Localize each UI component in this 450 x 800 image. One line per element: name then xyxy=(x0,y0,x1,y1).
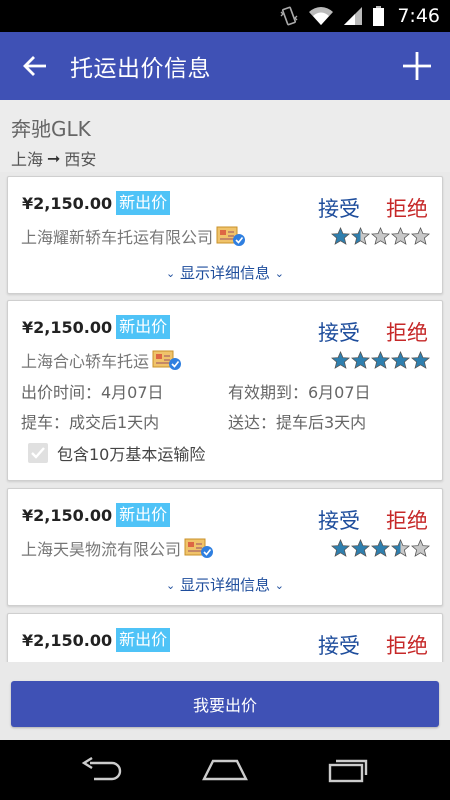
price-row: ¥2,150.00 新出价 xyxy=(22,191,171,215)
offer-card: ¥2,150.00 新出价 接受 拒绝 上海合心轿车托运 出价时间：4月07日 … xyxy=(7,300,443,481)
check-icon xyxy=(31,447,45,459)
rating-stars xyxy=(331,539,430,558)
offer-card: ¥2,150.00 新出价 接受 拒绝 上海天昊物流有限公司 ⌄ 显示详细信息 … xyxy=(7,488,443,606)
price-row: ¥2,150.00 新出价 xyxy=(22,315,171,339)
nav-back-icon xyxy=(81,757,121,781)
delivery-time: 送达：提车后3天内 xyxy=(228,413,367,432)
company-name: 上海合心轿车托运 xyxy=(21,352,150,371)
chevron-down-icon: ⌄ xyxy=(165,267,176,280)
accept-button[interactable]: 接受 xyxy=(318,317,360,347)
reject-button[interactable]: 拒绝 xyxy=(386,193,428,223)
bottom-area: 我要出价 xyxy=(0,662,450,740)
schedule-row: 提车：成交后1天内 送达：提车后3天内 xyxy=(21,409,366,433)
new-offer-badge: 新出价 xyxy=(116,628,171,652)
time-row: 出价时间：4月07日 有效期到：6月07日 xyxy=(21,379,371,403)
chevron-down-icon: ⌄ xyxy=(274,267,284,280)
car-name: 奔驰GLK xyxy=(11,117,91,141)
signal-icon xyxy=(342,5,364,27)
offer-price: ¥2,150.00 xyxy=(22,630,113,650)
company-row: 上海天昊物流有限公司 xyxy=(21,536,214,560)
star-icon xyxy=(351,351,370,369)
insurance-label: 包含10万基本运输险 xyxy=(57,445,206,464)
star-icon xyxy=(411,227,430,245)
star-icon xyxy=(391,351,410,369)
new-offer-badge: 新出价 xyxy=(116,315,171,339)
back-arrow-icon xyxy=(23,56,46,76)
star-icon xyxy=(411,351,430,369)
star-icon xyxy=(391,227,410,245)
back-button[interactable] xyxy=(0,32,70,100)
star-icon xyxy=(351,227,370,245)
nav-home-icon xyxy=(202,759,248,781)
show-details-toggle[interactable]: ⌄ 显示详细信息 ⌄ xyxy=(8,262,442,283)
price-row: ¥2,150.00 新出价 xyxy=(22,628,171,652)
accept-button[interactable]: 接受 xyxy=(318,505,360,535)
new-offer-badge: 新出价 xyxy=(116,191,171,215)
star-icon xyxy=(411,539,430,557)
star-icon xyxy=(371,227,390,245)
star-icon xyxy=(331,539,350,557)
rating-stars xyxy=(331,351,430,370)
offer-card: ¥2,150.00 新出价 接受 拒绝 上海耀新轿车托运有限公司 ⌄ 显示详细信… xyxy=(7,176,443,294)
chevron-down-icon: ⌄ xyxy=(274,579,284,592)
status-bar: 7:46 xyxy=(0,0,450,32)
system-nav-bar xyxy=(0,740,450,800)
new-offer-badge: 新出价 xyxy=(116,503,171,527)
route: 上海 ➞ 西安 xyxy=(11,146,450,170)
cert-icon xyxy=(216,225,246,247)
app-bar: 托运出价信息 xyxy=(0,32,450,100)
offer-card: ¥2,150.00 新出价 接受 拒绝 xyxy=(7,613,443,662)
offer-price: ¥2,150.00 xyxy=(22,505,113,525)
reject-button[interactable]: 拒绝 xyxy=(386,630,428,660)
cert-icon xyxy=(152,349,182,371)
star-icon xyxy=(371,539,390,557)
route-arrow: ➞ xyxy=(47,148,61,168)
page-title: 托运出价信息 xyxy=(70,56,211,82)
valid-until: 有效期到：6月07日 xyxy=(228,383,371,402)
route-from: 上海 xyxy=(11,150,44,169)
route-to: 西安 xyxy=(64,150,97,169)
make-bid-button[interactable]: 我要出价 xyxy=(11,681,439,727)
bid-time: 出价时间：4月07日 xyxy=(21,383,164,402)
show-details-label: 显示详细信息 xyxy=(179,576,270,594)
rating-stars xyxy=(331,227,430,246)
status-time: 7:46 xyxy=(397,5,440,27)
reject-button[interactable]: 拒绝 xyxy=(386,317,428,347)
battery-icon xyxy=(372,5,385,27)
accept-button[interactable]: 接受 xyxy=(318,630,360,660)
offer-price: ¥2,150.00 xyxy=(22,317,113,337)
insurance-checkbox[interactable] xyxy=(28,443,48,463)
company-row: 上海合心轿车托运 xyxy=(21,348,182,372)
star-icon xyxy=(391,539,410,557)
nav-recents-button[interactable] xyxy=(318,745,378,795)
star-icon xyxy=(371,351,390,369)
company-name: 上海天昊物流有限公司 xyxy=(21,540,182,559)
cert-icon xyxy=(184,537,214,559)
star-icon xyxy=(331,227,350,245)
car-header: 奔驰GLK 上海 ➞ 西安 xyxy=(0,100,450,172)
insurance-row: 包含10万基本运输险 xyxy=(28,441,205,465)
company-name: 上海耀新轿车托运有限公司 xyxy=(21,228,214,247)
company-row: 上海耀新轿车托运有限公司 xyxy=(21,224,246,248)
offer-price: ¥2,150.00 xyxy=(22,193,113,213)
vibrate-icon xyxy=(278,5,300,27)
nav-home-button[interactable] xyxy=(195,745,255,795)
reject-button[interactable]: 拒绝 xyxy=(386,505,428,535)
add-icon xyxy=(403,52,431,80)
show-details-label: 显示详细信息 xyxy=(179,264,270,282)
nav-recents-icon xyxy=(329,759,368,783)
wifi-icon xyxy=(308,5,334,27)
offer-list[interactable]: ¥2,150.00 新出价 接受 拒绝 上海耀新轿车托运有限公司 ⌄ 显示详细信… xyxy=(0,172,450,662)
chevron-down-icon: ⌄ xyxy=(165,579,176,592)
pickup-time: 提车：成交后1天内 xyxy=(21,413,160,432)
star-icon xyxy=(331,351,350,369)
show-details-toggle[interactable]: ⌄ 显示详细信息 ⌄ xyxy=(8,574,442,595)
accept-button[interactable]: 接受 xyxy=(318,193,360,223)
nav-back-button[interactable] xyxy=(72,745,132,795)
screen: 7:46 托运出价信息 奔驰GLK 上海 ➞ 西安 ¥2,150.00 新出价 … xyxy=(0,0,450,800)
add-button[interactable] xyxy=(384,32,450,100)
price-row: ¥2,150.00 新出价 xyxy=(22,503,171,527)
star-icon xyxy=(351,539,370,557)
